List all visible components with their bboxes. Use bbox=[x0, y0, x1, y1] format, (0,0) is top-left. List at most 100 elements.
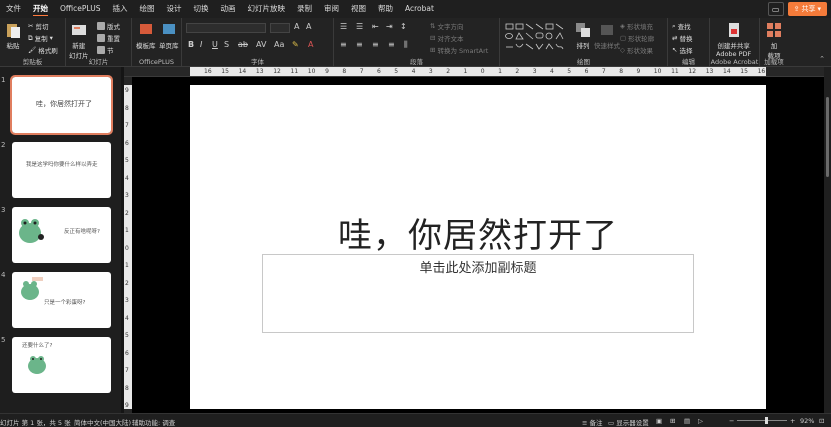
menu-slideshow[interactable]: 幻灯片放映 bbox=[241, 0, 291, 18]
ruler-tick-label: 6 bbox=[377, 68, 381, 75]
zoom-out-icon[interactable]: − bbox=[729, 417, 734, 425]
spacing-icon[interactable]: AV bbox=[256, 40, 266, 49]
font-color-icon[interactable]: A bbox=[308, 40, 313, 49]
italic-button[interactable]: I bbox=[200, 40, 202, 49]
share-button[interactable]: ⇪ 共享 ▾ bbox=[787, 2, 827, 16]
accessibility-status[interactable]: 辅助功能: 调查 bbox=[132, 417, 175, 427]
vertical-scrollbar[interactable] bbox=[824, 67, 831, 413]
align-text-button[interactable]: ⊟ 对齐文本 bbox=[430, 33, 463, 43]
section-button[interactable]: 节 bbox=[97, 45, 114, 55]
slide-1[interactable]: 哇，你居然打开了 单击此处添加副标题 bbox=[190, 85, 766, 409]
shadow-button[interactable]: S bbox=[224, 40, 229, 49]
menu-acrobat[interactable]: Acrobat bbox=[399, 0, 440, 18]
normal-view-icon[interactable]: ▣ bbox=[656, 417, 662, 425]
text-direction-button[interactable]: ⇅ 文字方向 bbox=[430, 21, 463, 31]
subtitle-placeholder[interactable]: 单击此处添加副标题 bbox=[262, 254, 694, 333]
columns-icon[interactable]: ⫼ bbox=[404, 40, 408, 50]
arrange-button[interactable]: 排列 bbox=[574, 21, 592, 50]
slide-thumbnail-2[interactable]: 我是这学吗你要什么样以弄走 bbox=[12, 142, 111, 198]
font-size-field[interactable] bbox=[270, 23, 290, 33]
shape-outline-button[interactable]: ▢ 形状轮廓 bbox=[620, 33, 654, 43]
menu-design[interactable]: 设计 bbox=[160, 0, 187, 18]
bold-button[interactable]: B bbox=[188, 40, 194, 49]
shape-effects-button[interactable]: ◇ 形状效果 bbox=[620, 45, 653, 55]
template-library-button[interactable]: 模板库 bbox=[136, 21, 156, 50]
replace-button[interactable]: ⇄ 替换 bbox=[672, 33, 692, 43]
menu-help[interactable]: 帮助 bbox=[372, 0, 399, 18]
numbering-icon[interactable]: ☰ bbox=[356, 22, 363, 31]
format-painter-button[interactable]: 🖌 格式刷 bbox=[28, 45, 58, 55]
decrease-indent-icon[interactable]: ⇤ bbox=[372, 22, 379, 31]
font-name-field[interactable] bbox=[186, 23, 266, 33]
menu-animations[interactable]: 动画 bbox=[214, 0, 241, 18]
language-status[interactable]: 简体中文(中国大陆) bbox=[74, 417, 131, 427]
menu-home[interactable]: 开始 bbox=[27, 0, 54, 18]
shapes-gallery-icon[interactable] bbox=[504, 22, 568, 52]
zoom-in-icon[interactable]: + bbox=[790, 417, 795, 425]
justify-icon[interactable]: ≡ bbox=[388, 40, 395, 49]
collapse-ribbon-icon[interactable]: ⌃ bbox=[819, 55, 825, 63]
replace-icon: ⇄ bbox=[672, 34, 678, 42]
copy-icon: ⧉ bbox=[28, 33, 33, 42]
align-right-icon[interactable]: ≡ bbox=[372, 40, 379, 49]
menu-file[interactable]: 文件 bbox=[0, 0, 27, 18]
align-center-icon[interactable]: ≡ bbox=[356, 40, 363, 49]
notes-button[interactable]: ≡ 备注 bbox=[582, 417, 603, 427]
bullets-icon[interactable]: ☰ bbox=[340, 22, 347, 31]
menu-transitions[interactable]: 切换 bbox=[187, 0, 214, 18]
grow-font-icon[interactable]: A bbox=[294, 22, 299, 31]
single-page-library-button[interactable]: 单页库 bbox=[159, 21, 179, 50]
highlight-icon[interactable]: ✎ bbox=[292, 40, 299, 49]
scrollbar-thumb[interactable] bbox=[826, 97, 829, 177]
select-button[interactable]: ↖ 选择 bbox=[672, 45, 692, 55]
ruler-tick-label: 2 bbox=[446, 68, 451, 75]
slide-thumbnail-4[interactable]: 只是一个彩蛋呀? bbox=[12, 272, 111, 328]
zoom-slider[interactable] bbox=[737, 420, 787, 421]
new-slide-button[interactable]: 新建 幻灯片 bbox=[69, 21, 89, 60]
paste-button[interactable]: 粘贴 bbox=[4, 21, 22, 50]
cut-button[interactable]: ✂ 剪切 bbox=[28, 21, 48, 31]
line-spacing-icon[interactable]: ↕ bbox=[400, 22, 407, 31]
strikethrough-icon[interactable]: ab bbox=[238, 40, 248, 49]
addins-button[interactable]: 加 载项 bbox=[765, 21, 783, 60]
group-font: A A B I U S ab AV Aa ✎ A 字体 bbox=[182, 18, 334, 67]
increase-indent-icon[interactable]: ⇥ bbox=[386, 22, 393, 31]
display-settings-button[interactable]: ▭ 显示器设置 bbox=[608, 417, 649, 427]
create-pdf-label: 创建并共享 bbox=[717, 42, 750, 50]
zoom-slider-knob[interactable] bbox=[765, 417, 768, 424]
menu-insert[interactable]: 插入 bbox=[106, 0, 133, 18]
slide-thumbnail-1[interactable]: 哇，你居然打开了 bbox=[10, 75, 113, 135]
text-direction-label: 文字方向 bbox=[437, 23, 464, 31]
menu-record[interactable]: 录制 bbox=[291, 0, 318, 18]
menu-draw[interactable]: 绘图 bbox=[133, 0, 160, 18]
menu-review[interactable]: 审阅 bbox=[318, 0, 345, 18]
menu-officeplus[interactable]: OfficePLUS bbox=[54, 0, 106, 18]
ruler-tick-label: 1 bbox=[125, 227, 129, 234]
slide-title[interactable]: 哇，你居然打开了 bbox=[190, 208, 766, 257]
ruler-tick-label: 1 bbox=[125, 262, 129, 269]
align-left-icon[interactable]: ≡ bbox=[340, 40, 347, 49]
slide-sorter-icon[interactable]: ⊞ bbox=[670, 417, 675, 425]
fit-slide-icon[interactable]: ⊡ bbox=[819, 417, 824, 425]
slideshow-icon[interactable]: ▷ bbox=[698, 417, 703, 425]
reset-button[interactable]: 重置 bbox=[97, 33, 120, 43]
comment-icon[interactable]: ▭ bbox=[767, 2, 784, 16]
create-pdf-button[interactable]: 创建并共享 Adobe PDF bbox=[716, 21, 751, 58]
zoom-level[interactable]: 92% bbox=[800, 417, 814, 425]
layout-button[interactable]: 版式 bbox=[97, 21, 120, 31]
group-addins: 加 载项 加载项 bbox=[760, 18, 788, 67]
find-button[interactable]: ⌕ 查找 bbox=[672, 21, 691, 32]
shape-fill-button[interactable]: ◈ 形状填充 bbox=[620, 21, 653, 31]
copy-button[interactable]: ⧉ 复制 ▾ bbox=[28, 33, 53, 44]
group-acrobat: 创建并共享 Adobe PDF Adobe Acrobat bbox=[710, 18, 760, 67]
reading-view-icon[interactable]: ▤ bbox=[684, 417, 690, 425]
slide-thumbnail-3[interactable]: 反正有啥呢呀? bbox=[12, 207, 111, 263]
quick-styles-button[interactable]: 快速样式 bbox=[594, 21, 620, 50]
slide-thumbnail-5[interactable]: 还要什么了? bbox=[12, 337, 111, 393]
shrink-font-icon[interactable]: A bbox=[306, 22, 311, 31]
menu-view[interactable]: 视图 bbox=[345, 0, 372, 18]
underline-button[interactable]: U bbox=[212, 40, 218, 49]
brush-icon: 🖌 bbox=[28, 46, 37, 54]
case-icon[interactable]: Aa bbox=[274, 40, 284, 49]
smartart-button[interactable]: ⊞ 转换为 SmartArt bbox=[430, 45, 488, 55]
